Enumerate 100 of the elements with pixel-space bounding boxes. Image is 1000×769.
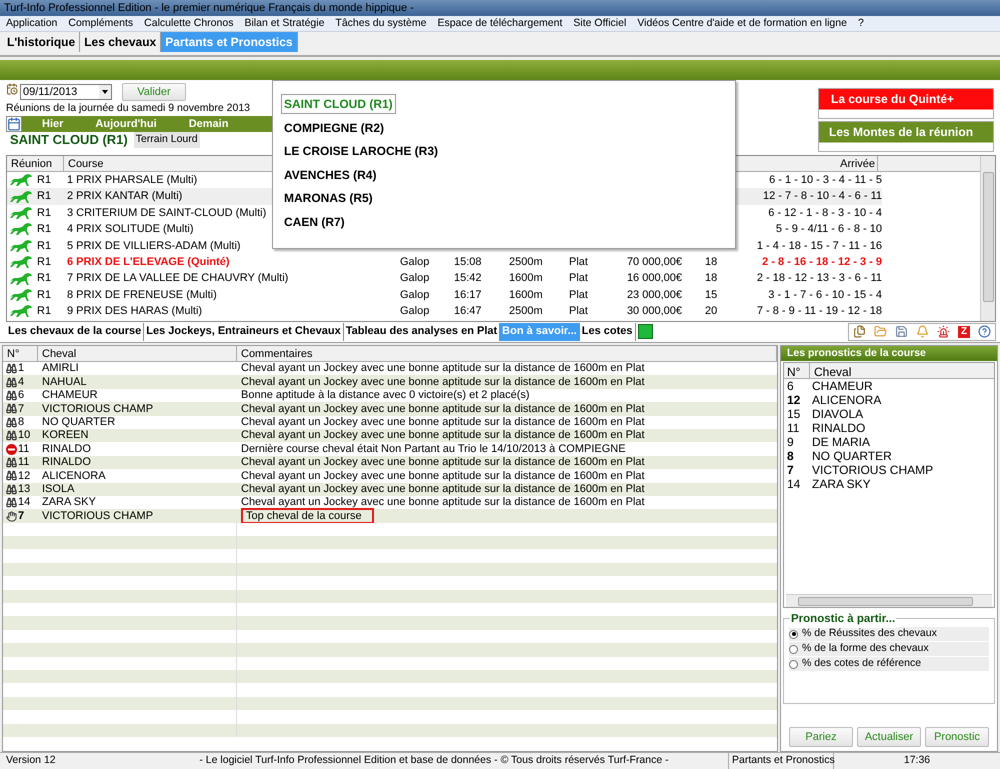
- action-button[interactable]: Pronostic: [925, 727, 989, 747]
- meeting-item[interactable]: MARONAS (R5): [281, 188, 376, 208]
- pronostic-row[interactable]: 8 NO QUARTER: [784, 449, 994, 463]
- table-cell-text: NO QUARTER: [41, 415, 116, 430]
- comment-row[interactable]: 11 RINALDO Cheval ayant un Jockey avec une bonne aptitude sur la distance de 1600m en Plat: [3, 456, 777, 470]
- validate-button[interactable]: Valider: [122, 83, 186, 101]
- meeting-item[interactable]: COMPIEGNE (R2): [281, 118, 388, 138]
- siren-icon[interactable]: [937, 325, 950, 338]
- menu-item[interactable]: ?: [858, 18, 864, 29]
- bell-icon[interactable]: [916, 325, 929, 338]
- save-icon[interactable]: [895, 325, 908, 338]
- horizontal-scrollbar[interactable]: [786, 594, 992, 607]
- column-header[interactable]: N°: [784, 363, 810, 378]
- reunions-label: Réunions de la journée du samedi 9 novembre 2013: [6, 102, 251, 114]
- column-header[interactable]: Commentaires: [237, 346, 777, 361]
- horse-icon: [9, 272, 33, 286]
- table-cell[interactable]: 5 PRIX DE VILLIERS-ADAM (Multi): [67, 238, 241, 254]
- comment-row[interactable]: 4 NAHUAL Cheval ayant un Jockey avec une bonne aptitude sur la distance de 1600m en Plat: [3, 375, 777, 389]
- pronostic-row[interactable]: 6 CHAMEUR: [784, 379, 994, 393]
- sub-tab[interactable]: Les cotes: [580, 322, 636, 340]
- menu-item[interactable]: Vidéos Centre d'aide et de formation en ligne: [637, 18, 847, 29]
- radio-option[interactable]: % de la forme des chevaux: [789, 642, 989, 656]
- z-badge[interactable]: Z: [958, 326, 970, 338]
- day-nav-link[interactable]: Demain: [188, 116, 228, 132]
- table-cell[interactable]: 6 PRIX DE L'ELEVAGE (Quinté): [67, 254, 230, 270]
- radio-button[interactable]: [789, 630, 798, 638]
- date-field[interactable]: 09/11/2013: [20, 84, 112, 100]
- folder-icon[interactable]: [874, 325, 887, 338]
- comment-row[interactable]: 10 KOREEN Cheval ayant un Jockey avec une bonne aptitude sur la distance de 1600m en Plat: [3, 428, 777, 442]
- tab[interactable]: L'historique: [3, 32, 80, 52]
- action-button[interactable]: Pariez: [789, 727, 853, 747]
- table-cell-text: ALICENORA: [812, 392, 882, 409]
- pronostic-row[interactable]: 11 RINALDO: [784, 421, 994, 435]
- menu-item[interactable]: Application: [6, 18, 58, 29]
- table-cell[interactable]: 3 CRITERIUM DE SAINT-CLOUD (Multi): [67, 204, 266, 222]
- comment-row[interactable]: 8 NO QUARTER Cheval ayant un Jockey avec une bonne aptitude sur la distance de 1600m en Plat: [3, 416, 777, 429]
- table-cell-text: 2500m: [509, 304, 544, 320]
- menu-item[interactable]: Calculette Chronos: [144, 18, 234, 29]
- documents-icon[interactable]: [853, 325, 866, 338]
- table-cell[interactable]: 8 PRIX DE FRENEUSE (Multi): [67, 286, 217, 304]
- radio-button[interactable]: [789, 660, 798, 668]
- hand-icon: [6, 510, 17, 522]
- status-text: Version 12: [5, 753, 57, 768]
- table-cell[interactable]: 7 PRIX DE LA VALLEE DE CHAUVRY (Multi): [67, 270, 288, 287]
- table-cell[interactable]: 1 PRIX PHARSALE (Multi): [67, 172, 198, 188]
- meeting-item[interactable]: SAINT CLOUD (R1): [281, 94, 396, 114]
- column-header[interactable]: N°: [3, 346, 38, 361]
- table-cell-text: 7: [18, 402, 24, 417]
- menu-item[interactable]: Tâches du système: [335, 18, 426, 29]
- menu-item[interactable]: Compléments: [68, 18, 134, 29]
- binoculars-icon: [6, 430, 17, 442]
- meeting-item[interactable]: CAEN (R7): [281, 212, 348, 232]
- table-cell-text: 20: [704, 304, 718, 320]
- table-cell-text: R1: [37, 304, 52, 320]
- scrollbar[interactable]: [980, 156, 995, 321]
- status-square-icon[interactable]: [638, 324, 652, 339]
- comment-row[interactable]: 1 AMIRLI Cheval ayant un Jockey avec une bonne aptitude sur la distance de 1600m en Plat: [3, 362, 777, 376]
- menu-item[interactable]: Bilan et Stratégie: [244, 18, 324, 29]
- meeting-item[interactable]: AVENCHES (R4): [281, 164, 380, 184]
- day-nav-link[interactable]: Hier: [42, 116, 64, 132]
- radio-option[interactable]: % des cotes de référence: [789, 657, 989, 671]
- table-cell-text: 1600m: [509, 288, 544, 303]
- sub-tab[interactable]: Les Jockeys, Entraineurs et Chevaux: [144, 322, 344, 340]
- pronostic-row[interactable]: 7 VICTORIOUS CHAMP: [784, 463, 994, 477]
- comment-row[interactable]: 7 VICTORIOUS CHAMP Cheval ayant un Jockey avec une bonne aptitude sur la distance de 1600m en Plat: [3, 402, 777, 416]
- pronostic-row[interactable]: 14 ZARA SKY: [784, 477, 994, 491]
- meeting-item[interactable]: LE CROISE LAROCHE (R3): [281, 141, 442, 161]
- comment-row[interactable]: 7 VICTORIOUS CHAMP Top cheval de la course: [3, 509, 777, 523]
- table-cell-text: CHAMEUR: [812, 378, 873, 395]
- column-header[interactable]: Cheval: [810, 363, 994, 378]
- table-cell: Cheval ayant un Jockey avec une bonne aptitude sur la distance de 1600m en Plat: [241, 456, 645, 468]
- quinte-button[interactable]: La course du Quinté+: [818, 88, 994, 119]
- menu-item[interactable]: Site Officiel: [573, 18, 626, 29]
- status-text: 17:36: [902, 753, 932, 768]
- calendar-icon[interactable]: [6, 116, 22, 132]
- radio-button[interactable]: [789, 644, 798, 654]
- comment-row[interactable]: 13 ISOLA Cheval ayant un Jockey avec une bonne aptitude sur la distance de 1600m en Plat: [3, 482, 777, 496]
- binoculars-icon: [6, 390, 17, 401]
- pronostic-row[interactable]: 15 DIAVOLA: [784, 407, 994, 421]
- table-cell[interactable]: 4 PRIX SOLITUDE (Multi): [67, 221, 194, 238]
- column-header[interactable]: Cheval: [38, 346, 237, 361]
- table-cell: Cheval ayant un Jockey avec une bonne aptitude sur la distance de 1600m en Plat: [241, 362, 645, 374]
- sub-tab[interactable]: Les chevaux de la course: [6, 322, 144, 340]
- help-icon[interactable]: [978, 325, 991, 338]
- day-nav-link[interactable]: Aujourd'hui: [95, 116, 157, 132]
- table-cell-text: 12: [786, 392, 802, 409]
- action-button[interactable]: Actualiser: [857, 727, 921, 747]
- table-cell-text: 6: [18, 388, 24, 404]
- menu-item[interactable]: Espace de téléchargement: [437, 18, 562, 29]
- table-cell[interactable]: 2 PRIX KANTAR (Multi): [67, 188, 182, 205]
- pronostic-row[interactable]: 12 ALICENORA: [784, 393, 994, 407]
- table-cell[interactable]: 9 PRIX DES HARAS (Multi): [67, 303, 202, 320]
- table-cell-text: CHAMEUR: [41, 388, 99, 404]
- table-cell-text: R1: [37, 173, 52, 188]
- montes-button[interactable]: Les Montes de la réunion: [818, 121, 994, 152]
- table-cell-text: R1: [37, 271, 52, 286]
- pronostic-row[interactable]: 9 DE MARIA: [784, 435, 994, 449]
- radio-option[interactable]: % de Réussites des chevaux: [789, 627, 989, 641]
- status-text: Partants et Pronostics: [728, 753, 834, 769]
- column-header[interactable]: Réunion: [7, 156, 64, 171]
